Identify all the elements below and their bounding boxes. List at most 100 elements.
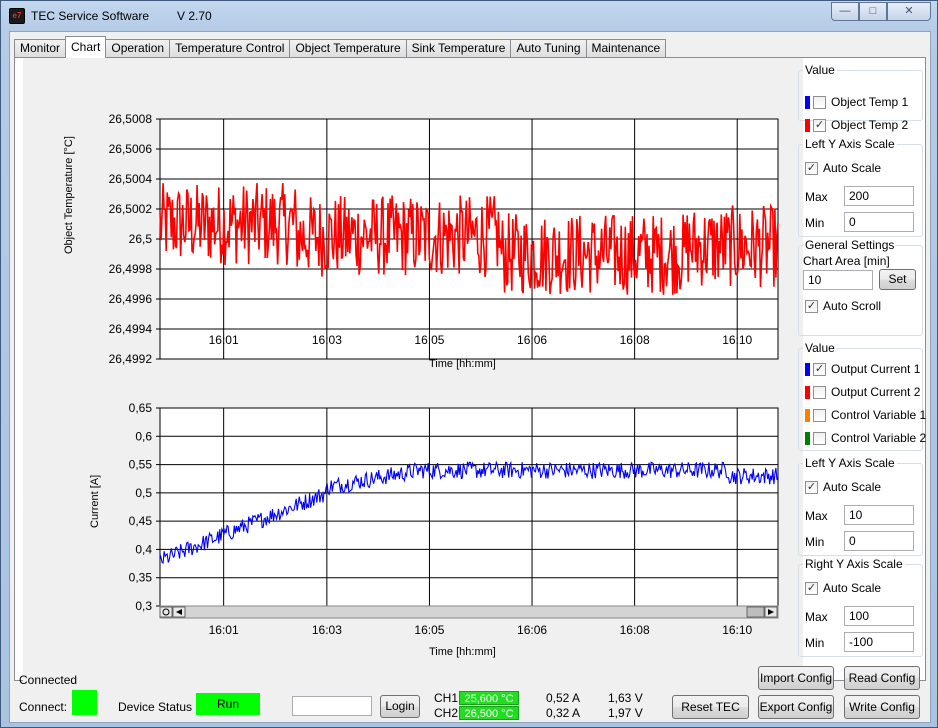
checkbox-icon[interactable] [813, 385, 826, 399]
reset-tec-button[interactable]: Reset TEC [672, 695, 749, 719]
chart2-xtick-label: 16:01 [209, 623, 239, 637]
max-input[interactable]: 100 [844, 606, 914, 626]
chk-auto-scale-bottom-left[interactable]: ✓ Auto Scale [805, 480, 881, 494]
chk-auto-scroll[interactable]: ✓ Auto Scroll [805, 299, 881, 313]
right-y-axis-group: Right Y Axis Scale ✓ Auto Scale Max 100 … [798, 557, 923, 657]
connection-status-text: Connected [19, 673, 78, 687]
tab-temperature-control[interactable]: Temperature Control [169, 39, 291, 58]
read-config-button[interactable]: Read Config [844, 666, 920, 690]
chart1-ytick-label: 26,5006 [109, 142, 153, 156]
chart1-ytick-label: 26,5002 [109, 202, 153, 216]
tab-chart[interactable]: Chart [65, 36, 107, 58]
value-group-top: Value Object Temp 1 ✓ Object Temp 2 [798, 63, 923, 132]
charts-svg: 26,4992 26,4994 26,4996 26,4998 26,5 26,5002 2… [109, 112, 779, 637]
chart1-ylabel: Object Temperature [°C] [63, 136, 75, 254]
chart1-ytick-label: 26,5008 [109, 112, 153, 126]
charts-container: 26,4992 26,4994 26,4996 26,4998 26,5 26,5002 2… [23, 58, 803, 682]
ch2-voltage: 1,97 V [608, 706, 643, 720]
chk-object-temp-2[interactable]: ✓ Object Temp 2 [805, 118, 908, 132]
set-button[interactable]: Set [879, 269, 916, 290]
checkbox-label: Object Temp 1 [831, 95, 909, 109]
checkbox-checked-icon[interactable]: ✓ [813, 118, 826, 132]
import-config-button[interactable]: Import Config [758, 666, 834, 690]
min-label: Min [805, 535, 825, 549]
chk-object-temp-1[interactable]: Object Temp 1 [805, 95, 908, 109]
connect-label: Connect: [19, 700, 68, 714]
write-config-button[interactable]: Write Config [844, 695, 920, 719]
close-button[interactable]: ✕ [887, 2, 931, 21]
max-input[interactable]: 200 [844, 186, 914, 206]
checkbox-checked-icon[interactable]: ✓ [805, 581, 818, 595]
chart2-ytick-label: 0,45 [129, 514, 153, 528]
value-group-bottom-title: Value [805, 341, 835, 355]
checkbox-checked-icon[interactable]: ✓ [805, 161, 818, 175]
chart-area-label: Chart Area [min] [803, 254, 890, 268]
checkbox-label: Auto Scale [823, 581, 882, 595]
login-button[interactable]: Login [380, 695, 420, 718]
chk-output-current-1[interactable]: ✓ Output Current 1 [805, 362, 920, 376]
left-axis-title: Left Y Axis Scale [805, 137, 895, 151]
series-color-swatch [805, 118, 810, 132]
checkbox-checked-icon[interactable]: ✓ [813, 362, 826, 376]
title-bar[interactable]: e7 TEC Service Software V 2.70 — □ ✕ [1, 1, 937, 31]
tab-operation[interactable]: Operation [105, 39, 171, 58]
left-axis-title: Left Y Axis Scale [805, 456, 895, 470]
window-title: TEC Service Software [31, 9, 150, 23]
chart1-xtick-label: 16:06 [517, 333, 547, 347]
ch1-temperature: 25,600 °C [459, 691, 519, 705]
login-input[interactable] [292, 696, 372, 716]
maximize-button[interactable]: □ [859, 2, 887, 21]
chk-control-variable-1[interactable]: Control Variable 1 [805, 408, 926, 422]
export-config-button[interactable]: Export Config [758, 695, 834, 719]
chart2-plot-area [159, 407, 779, 607]
chart1-ytick-label: 26,4994 [109, 322, 153, 336]
max-label: Max [805, 509, 828, 523]
tab-strip: Monitor Chart Operation Temperature Cont… [14, 36, 667, 58]
checkbox-icon[interactable] [813, 408, 826, 422]
chart-tab-page: 26,4992 26,4994 26,4996 26,4998 26,5 26,5002 2… [14, 57, 926, 682]
chk-control-variable-2[interactable]: Control Variable 2 [805, 431, 926, 445]
tab-auto-tuning[interactable]: Auto Tuning [510, 39, 587, 58]
series-color-swatch [805, 95, 810, 109]
chk-auto-scale-top[interactable]: ✓ Auto Scale [805, 161, 881, 175]
tab-maintenance[interactable]: Maintenance [585, 39, 667, 58]
minimize-button[interactable]: — [831, 2, 859, 21]
tab-monitor[interactable]: Monitor [14, 39, 67, 58]
chart2-xtick-label: 16:03 [312, 623, 342, 637]
checkbox-label: Control Variable 1 [831, 408, 927, 422]
ch2-current: 0,32 A [546, 706, 581, 720]
client-area: Monitor Chart Operation Temperature Cont… [9, 31, 931, 723]
series-color-swatch [805, 362, 810, 376]
series-color-swatch [805, 408, 810, 422]
chart2-ytick-label: 0,6 [135, 429, 152, 443]
min-input[interactable]: 0 [844, 531, 914, 551]
max-input[interactable]: 10 [844, 505, 914, 525]
chart2-xlabel: Time [hh:mm] [429, 646, 496, 658]
series-color-swatch [805, 431, 810, 445]
chart-area-input[interactable]: 10 [803, 270, 873, 290]
checkbox-icon[interactable] [813, 431, 826, 445]
checkbox-checked-icon[interactable]: ✓ [805, 480, 818, 494]
checkbox-label: Auto Scale [823, 161, 882, 175]
tab-sink-temperature[interactable]: Sink Temperature [405, 39, 512, 58]
chk-output-current-2[interactable]: Output Current 2 [805, 385, 920, 399]
min-input[interactable]: 0 [844, 212, 914, 232]
right-axis-title: Right Y Axis Scale [805, 557, 903, 571]
chart1-xtick-label: 16:10 [722, 333, 752, 347]
checkbox-label: Auto Scale [823, 480, 882, 494]
min-input[interactable]: -100 [844, 632, 914, 652]
chk-auto-scale-right[interactable]: ✓ Auto Scale [805, 581, 881, 595]
chart1-xtick-label: 16:03 [312, 333, 342, 347]
ch1-voltage: 1,63 V [608, 691, 643, 705]
chart1-ytick-label: 26,4992 [109, 352, 153, 366]
ch1-current: 0,52 A [546, 691, 581, 705]
tab-object-temperature[interactable]: Object Temperature [289, 39, 407, 58]
app-window: e7 TEC Service Software V 2.70 — □ ✕ Mon… [0, 0, 938, 728]
chart2-xtick-label: 16:08 [620, 623, 650, 637]
ch1-label: CH1 [434, 691, 459, 705]
checkbox-icon[interactable] [813, 95, 826, 109]
max-label: Max [805, 190, 828, 204]
checkbox-label: Output Current 2 [831, 385, 921, 399]
value-group-bottom: Value ✓ Output Current 1 Output Current … [798, 341, 926, 451]
checkbox-checked-icon[interactable]: ✓ [805, 299, 818, 313]
